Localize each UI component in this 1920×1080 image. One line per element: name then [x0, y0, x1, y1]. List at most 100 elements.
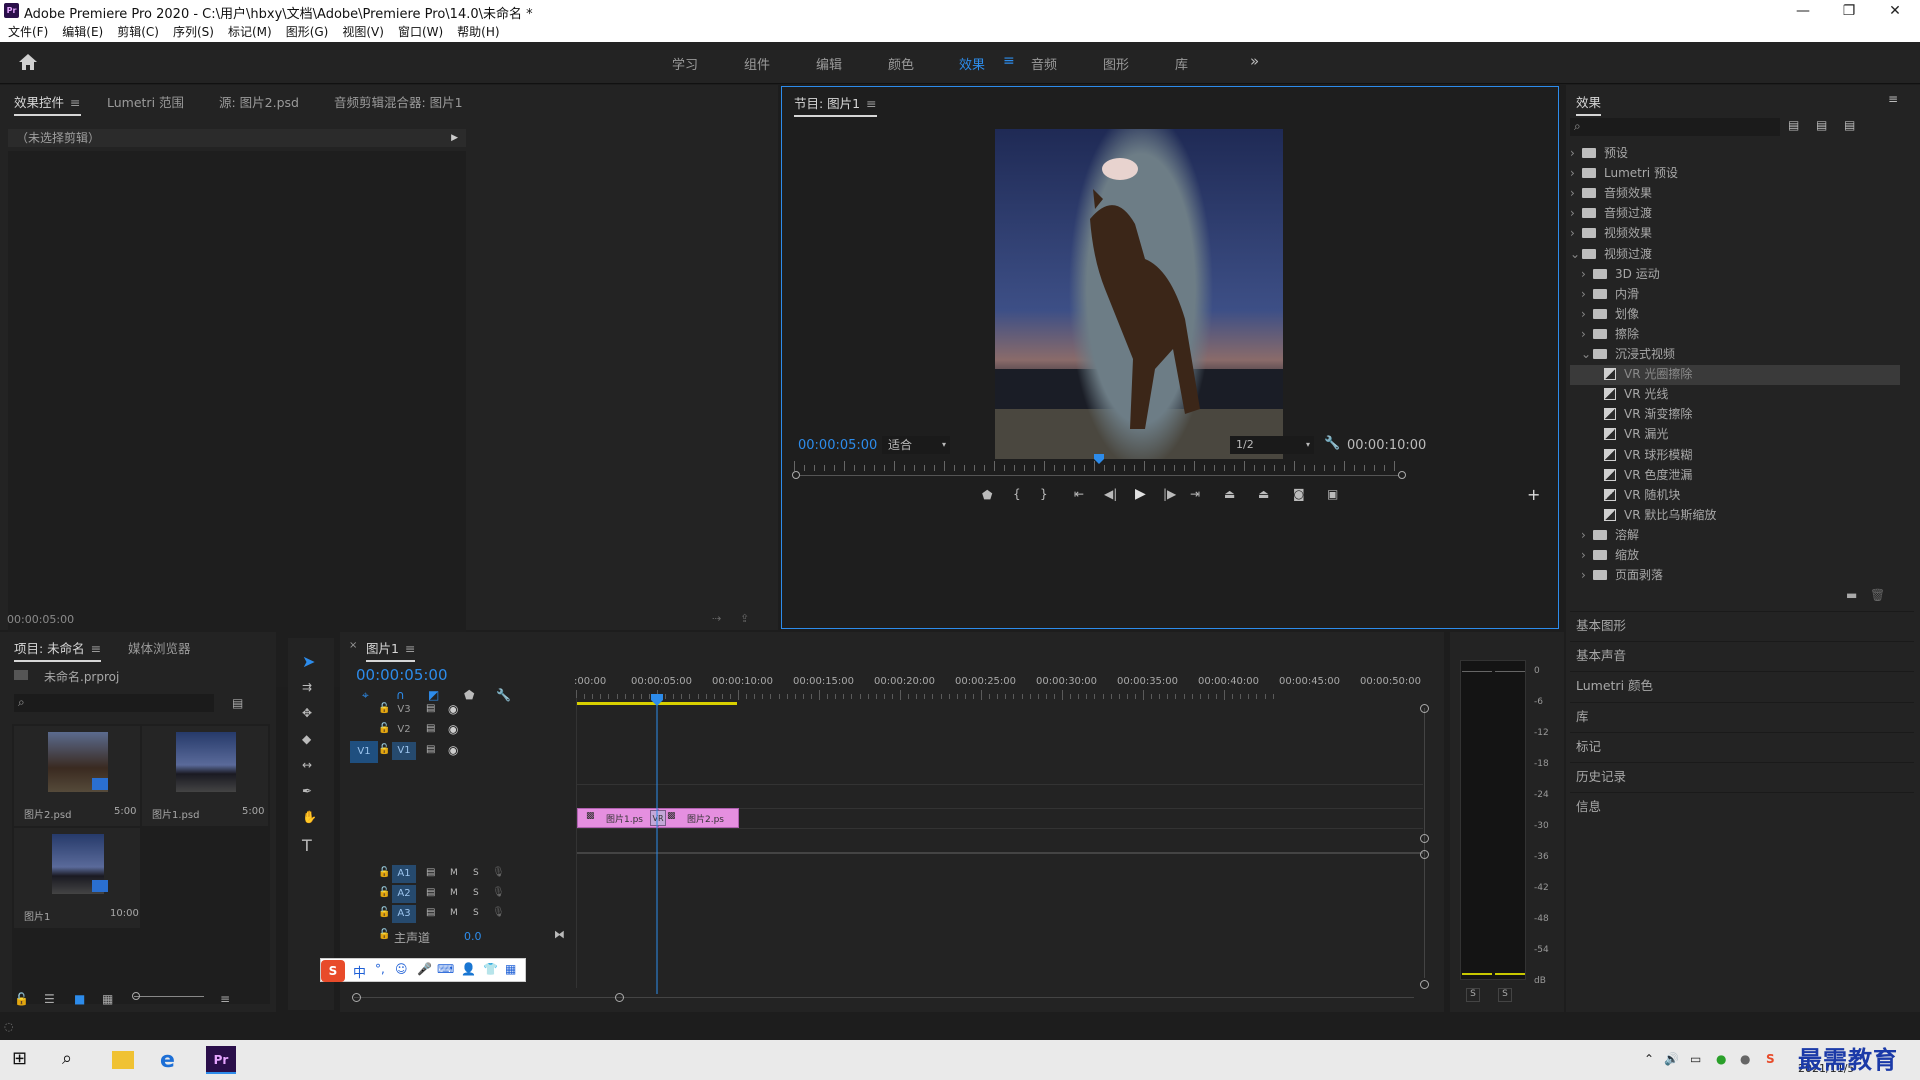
track-lock-icon[interactable]: 🔓 [378, 723, 390, 734]
sort-icon[interactable]: ≡ [220, 992, 230, 1006]
network-icon[interactable]: ▭ [1690, 1052, 1701, 1066]
effect-item[interactable]: VR 默比乌斯缩放 [1570, 506, 1900, 526]
solo-track-button[interactable]: S [473, 908, 479, 918]
playback-resolution-dropdown[interactable]: 1/2 ▾ [1230, 436, 1314, 454]
effect-folder[interactable]: › 视频效果 [1570, 224, 1900, 244]
effect-folder[interactable]: › 缩放 [1570, 546, 1900, 566]
workspace-tab[interactable]: 效果 [959, 54, 985, 73]
solo-track-button[interactable]: S [473, 888, 479, 898]
track-lock-icon[interactable]: 🔓 [378, 703, 390, 714]
punctuation-icon[interactable]: °, [375, 962, 385, 976]
workspace-tab[interactable]: 组件 [744, 54, 770, 73]
tab-project[interactable]: 项目: 未命名 ≡ [14, 638, 102, 662]
emoji-icon[interactable]: ☺ [395, 962, 408, 976]
export-frame-icon[interactable]: ⇢ [712, 612, 721, 625]
tab-source[interactable]: 源: 图片2.psd [219, 92, 299, 111]
icon-view-icon[interactable]: ■ [74, 992, 85, 1006]
zoom-level-dropdown[interactable]: 适合 ▾ [882, 436, 950, 454]
master-track-header[interactable]: 🔓 主声道 0.0 ⧓ [340, 927, 570, 947]
workspace-tab[interactable]: 库 [1175, 54, 1188, 73]
effect-item[interactable]: VR 漏光 [1570, 425, 1900, 445]
panel-menu-icon[interactable]: ≡ [1888, 92, 1898, 106]
track-label[interactable]: A1 [392, 865, 416, 883]
chevron-right-icon[interactable]: › [1581, 548, 1593, 562]
collapsed-panel-section[interactable]: Lumetri 颜色 [1570, 671, 1914, 700]
timeline-settings-wrench-icon[interactable]: 🔧 [496, 688, 511, 702]
settings-wrench-icon[interactable]: 🔧 [1324, 436, 1340, 451]
timeline-playhead[interactable] [651, 694, 663, 994]
more-workspaces-icon[interactable]: » [1250, 52, 1259, 70]
type-tool-icon[interactable]: T [302, 836, 312, 855]
effect-folder[interactable]: ⌄ 视频过渡 [1570, 245, 1900, 265]
accelerated-effects-icon[interactable]: ▤ [1788, 118, 1799, 132]
collapsed-panel-section[interactable]: 库 [1570, 701, 1914, 730]
workspace-tab[interactable]: 学习 [672, 54, 698, 73]
tray-app-icon[interactable]: ● [1716, 1052, 1726, 1066]
track-label[interactable]: V3 [392, 701, 416, 719]
collapsed-panel-section[interactable]: 标记 [1570, 731, 1914, 760]
chevron-right-icon[interactable]: › [1581, 287, 1593, 301]
user-icon[interactable]: 👤 [461, 962, 476, 976]
solo-track-button[interactable]: S [473, 868, 479, 878]
timeline-vertical-scroll[interactable] [1424, 708, 1425, 978]
collapsed-panel-section[interactable]: 历史记录 [1570, 762, 1914, 790]
effect-item[interactable]: VR 色度泄漏 [1570, 466, 1900, 486]
tray-chevron-icon[interactable]: ⌃ [1644, 1052, 1654, 1066]
program-zoom-handle-left[interactable] [792, 471, 800, 479]
effect-item[interactable]: VR 球形模糊 [1570, 446, 1900, 466]
project-item[interactable]: 图片1 10:00 [14, 828, 140, 928]
collapsed-panel-section[interactable]: 基本图形 [1570, 611, 1914, 639]
volume-icon[interactable]: 🔊 [1664, 1052, 1679, 1066]
scroll-handle[interactable] [615, 993, 624, 1002]
video-track-header[interactable]: 🔓 V3 ▤ ◉ [340, 701, 570, 721]
toggle-track-output-eye-icon[interactable]: ◉ [448, 702, 458, 716]
audio-track-header[interactable]: 🔓 A1 ▤ M S 🎙 [340, 865, 570, 885]
toolbox-icon[interactable]: ▦ [505, 962, 516, 976]
scroll-handle[interactable] [352, 993, 361, 1002]
voice-over-record-icon[interactable]: 🎙 [492, 867, 505, 878]
zoom-slider[interactable] [134, 996, 204, 997]
lock-icon[interactable]: 🔓 [14, 992, 29, 1006]
toggle-sync-lock-icon[interactable]: ▤ [426, 703, 435, 714]
linked-selection-icon[interactable]: ◩ [428, 688, 439, 702]
menu-item[interactable]: 图形(G) [286, 22, 329, 42]
track-lock-icon[interactable]: 🔓 [378, 887, 390, 898]
effect-folder[interactable]: › 音频效果 [1570, 184, 1900, 204]
mute-track-button[interactable]: M [450, 888, 458, 898]
selection-tool-icon[interactable]: ➤ [302, 652, 315, 671]
slip-tool-icon[interactable]: ↔ [302, 758, 312, 772]
freeform-view-icon[interactable]: ▦ [102, 992, 113, 1006]
tab-lumetri-scopes[interactable]: Lumetri 范围 [107, 92, 184, 111]
workspace-tab[interactable]: 编辑 [816, 54, 842, 73]
tab-program[interactable]: 节目: 图片1 ≡ [794, 93, 877, 117]
solo-left-button[interactable]: S [1466, 988, 1480, 1002]
menu-item[interactable]: 剪辑(C) [117, 22, 159, 42]
toggle-sync-lock-icon[interactable]: ▤ [426, 723, 435, 734]
home-icon[interactable] [18, 53, 38, 73]
new-bin-icon[interactable]: ▬ [1846, 588, 1857, 602]
minimize-button[interactable]: — [1780, 0, 1826, 22]
close-button[interactable]: ✕ [1872, 0, 1918, 22]
go-to-out-icon[interactable]: ⇥ [1190, 487, 1200, 501]
chevron-down-icon[interactable]: ⌄ [1570, 247, 1582, 261]
step-forward-icon[interactable]: |▶ [1163, 487, 1176, 501]
timeline-clip[interactable]: ▩ 图片2.ps [658, 808, 739, 828]
menu-item[interactable]: 序列(S) [173, 22, 214, 42]
effect-folder[interactable]: › 擦除 [1570, 325, 1900, 345]
step-back-icon[interactable]: ◀| [1104, 487, 1117, 501]
close-tab-icon[interactable]: × [349, 640, 357, 651]
chevron-right-icon[interactable]: › [1581, 327, 1593, 341]
video-track-header[interactable]: 🔓 V2 ▤ ◉ [340, 721, 570, 741]
chevron-right-icon[interactable]: › [1581, 267, 1593, 281]
toggle-sync-lock-icon[interactable]: ▤ [426, 907, 435, 918]
chevron-right-icon[interactable]: › [1570, 206, 1582, 220]
pen-tool-icon[interactable]: ✒ [302, 784, 312, 798]
32bit-effects-icon[interactable]: ▤ [1816, 118, 1827, 132]
program-current-timecode[interactable]: 00:00:05:00 [798, 438, 877, 453]
mute-track-button[interactable]: M [450, 868, 458, 878]
toggle-sync-lock-icon[interactable]: ▤ [426, 744, 435, 755]
scroll-handle[interactable] [1420, 834, 1429, 843]
effect-folder[interactable]: › 划像 [1570, 305, 1900, 325]
tray-app-icon[interactable]: ● [1740, 1052, 1750, 1066]
list-view-icon[interactable]: ☰ [44, 992, 55, 1006]
